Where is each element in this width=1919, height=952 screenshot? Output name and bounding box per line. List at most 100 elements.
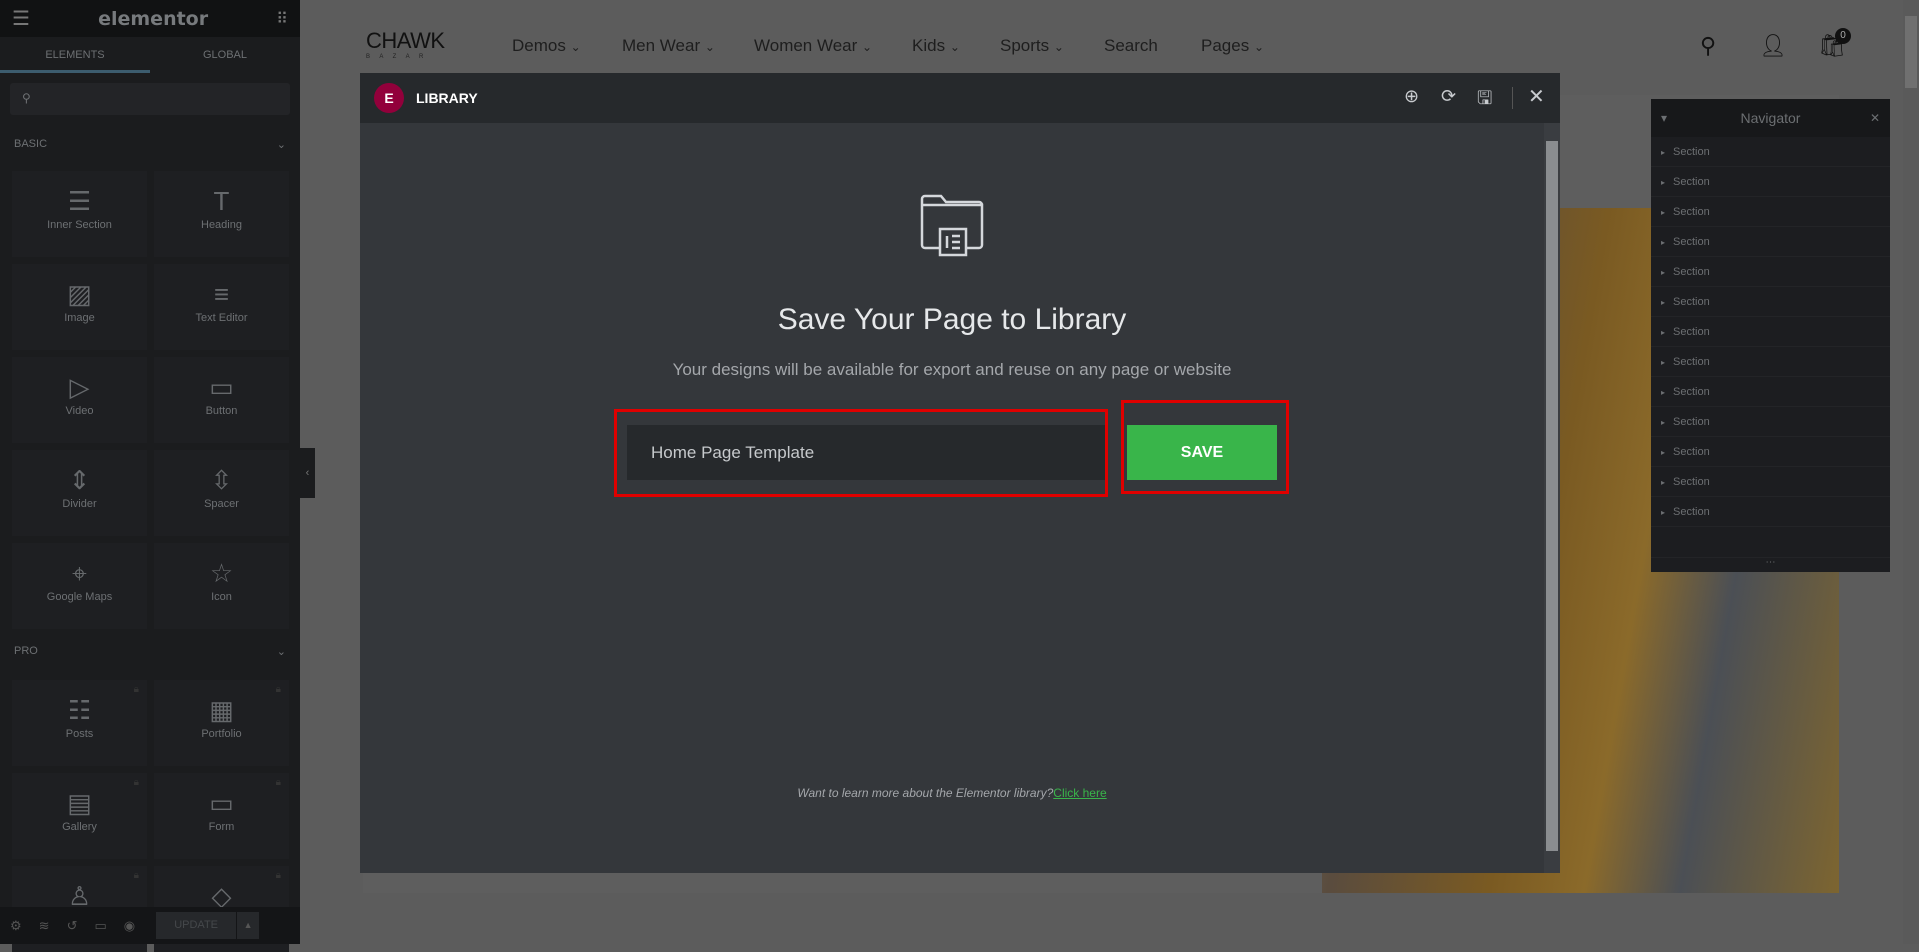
tab-global[interactable]: GLOBAL xyxy=(150,37,300,73)
navigator-panel: ▾ Navigator ✕ ▸ Section ▸ Section ▸ Section ▸ S… xyxy=(1651,99,1890,572)
widget-gallery[interactable]: ▤ Gallery 🔒︎ xyxy=(12,773,147,859)
menu-icon[interactable]: ☰ xyxy=(12,6,30,31)
image-icon: ▨ xyxy=(67,279,92,309)
modal-subheading: Your designs will be available for expor… xyxy=(672,360,1232,379)
widget-label: Google Maps xyxy=(46,591,113,603)
navigator-layers-icon[interactable]: ≋ xyxy=(39,918,50,934)
widget-search-input[interactable]: ⚲ xyxy=(10,83,290,115)
nav-item-search[interactable]: Search xyxy=(1104,36,1158,56)
caret-right-icon: ▸ xyxy=(1661,268,1666,277)
navigator-item-section[interactable]: ▸ Section xyxy=(1651,377,1890,407)
navigator-item-section[interactable]: ▸ Section xyxy=(1651,287,1890,317)
widget-divider[interactable]: ⇕ Divider xyxy=(12,450,147,536)
form-icon: ▭ xyxy=(209,788,234,818)
gallery-icon: ▤ xyxy=(67,788,92,818)
caret-right-icon: ▸ xyxy=(1661,448,1666,457)
responsive-icon[interactable]: ▭ xyxy=(94,918,106,934)
widget-heading[interactable]: T Heading xyxy=(154,171,289,257)
spacer-icon: ⇳ xyxy=(210,465,233,495)
preview-eye-icon[interactable]: ◉ xyxy=(124,918,135,934)
nav-label: Demos xyxy=(512,36,566,55)
widget-label: Heading xyxy=(201,219,242,231)
update-button[interactable]: UPDATE xyxy=(156,912,237,939)
widget-spacer[interactable]: ⇳ Spacer xyxy=(154,450,289,536)
search-icon: ⚲ xyxy=(22,91,31,105)
close-icon[interactable]: ✕ xyxy=(1870,99,1880,137)
tab-elements[interactable]: ELEMENTS xyxy=(0,37,150,73)
lock-icon: 🔒︎ xyxy=(275,777,281,788)
panel-collapse-toggle[interactable]: ‹ xyxy=(300,448,315,498)
sync-icon[interactable]: ⟳ xyxy=(1441,86,1456,107)
widget-posts[interactable]: ☷ Posts 🔒︎ xyxy=(12,680,147,766)
navigator-item-label: Section xyxy=(1673,476,1710,488)
nav-label: Men Wear xyxy=(622,36,701,55)
widget-portfolio[interactable]: ▦ Portfolio 🔒︎ xyxy=(154,680,289,766)
heading-icon: T xyxy=(213,186,230,216)
modal-heading: Save Your Page to Library xyxy=(777,303,1127,336)
widget-icon[interactable]: ☆ Icon xyxy=(154,543,289,629)
navigator-item-section[interactable]: ▸ Section xyxy=(1651,437,1890,467)
widget-text-editor[interactable]: ≡ Text Editor xyxy=(154,264,289,350)
category-pro[interactable]: PRO ⌄ xyxy=(14,645,286,658)
site-logo[interactable]: CHAWK B A Z A R xyxy=(366,28,445,60)
navigator-item-section[interactable]: ▸ Section xyxy=(1651,317,1890,347)
category-basic[interactable]: BASIC ⌄ xyxy=(14,138,286,151)
input-highlight-box xyxy=(614,409,1108,497)
navigator-item-label: Section xyxy=(1673,446,1710,458)
nav-label: Women Wear xyxy=(754,36,858,55)
user-icon[interactable]: 👤︎ xyxy=(1759,33,1787,59)
navigator-item-label: Section xyxy=(1673,386,1710,398)
elementor-logo: elementor xyxy=(98,7,209,30)
widget-google-maps[interactable]: ⌖ Google Maps xyxy=(12,543,147,629)
widget-image[interactable]: ▨ Image xyxy=(12,264,147,350)
navigator-item-section[interactable]: ▸ Section xyxy=(1651,347,1890,377)
widget-inner-section[interactable]: ☰ Inner Section xyxy=(12,171,147,257)
nav-item-demos[interactable]: Demos ⌄ xyxy=(512,36,581,56)
navigator-item-section[interactable]: ▸ Section xyxy=(1651,137,1890,167)
posts-icon: ☷ xyxy=(67,695,92,725)
caret-right-icon: ▸ xyxy=(1661,298,1666,307)
history-icon[interactable]: ↺ xyxy=(67,918,78,934)
navigator-item-section[interactable]: ▸ Section xyxy=(1651,197,1890,227)
page-scrollbar[interactable] xyxy=(1903,0,1919,944)
apps-grid-icon[interactable]: ⠿ xyxy=(276,9,288,29)
widget-form[interactable]: ▭ Form 🔒︎ xyxy=(154,773,289,859)
nav-item-women-wear[interactable]: Women Wear ⌄ xyxy=(754,36,872,56)
navigator-item-section[interactable]: ▸ Section xyxy=(1651,467,1890,497)
navigator-item-section[interactable]: ▸ Section xyxy=(1651,407,1890,437)
update-options-button[interactable]: ▲ xyxy=(237,912,260,939)
library-modal: E LIBRARY ⊕ ⟳ 🖫 ✕ Save Your Page to Libr… xyxy=(360,73,1560,873)
navigator-item-section[interactable]: ▸ Section xyxy=(1651,167,1890,197)
navigator-item-section[interactable]: ▸ Section xyxy=(1651,227,1890,257)
navigator-item-section[interactable]: ▸ Section xyxy=(1651,257,1890,287)
site-logo-text: CHAWK xyxy=(366,28,445,53)
lock-icon: 🔒︎ xyxy=(133,870,139,881)
navigator-item-section[interactable]: ▸ Section xyxy=(1651,497,1890,527)
upload-icon[interactable]: ⊕ xyxy=(1404,86,1419,107)
widget-label: Posts xyxy=(65,728,94,740)
nav-item-men-wear[interactable]: Men Wear ⌄ xyxy=(622,36,715,56)
save-disk-icon[interactable]: 🖫 xyxy=(1477,86,1492,116)
navigator-header[interactable]: ▾ Navigator ✕ xyxy=(1651,99,1890,137)
navigator-title: Navigator xyxy=(1740,110,1801,126)
click-here-link[interactable]: Click here xyxy=(1053,786,1106,800)
navigator-item-label: Section xyxy=(1673,356,1710,368)
widget-button[interactable]: ▭ Button xyxy=(154,357,289,443)
lock-icon: 🔒︎ xyxy=(133,684,139,695)
caret-right-icon: ▸ xyxy=(1661,478,1666,487)
search-icon[interactable]: ⚲ xyxy=(1700,33,1716,59)
nav-item-pages[interactable]: Pages ⌄ xyxy=(1201,36,1264,56)
navigator-item-label: Section xyxy=(1673,266,1710,278)
navigator-collapse-icon[interactable]: ▾ xyxy=(1661,99,1667,137)
modal-scrollbar-thumb[interactable] xyxy=(1546,141,1558,851)
navigator-resize-handle[interactable]: ⋯ xyxy=(1651,557,1890,572)
settings-icon[interactable]: ⚙ xyxy=(10,918,22,934)
panel-header: ☰ elementor ⠿ xyxy=(0,0,300,37)
close-icon[interactable]: ✕ xyxy=(1528,84,1545,109)
modal-header: E LIBRARY ⊕ ⟳ 🖫 ✕ xyxy=(360,73,1560,123)
widget-video[interactable]: ▷ Video xyxy=(12,357,147,443)
nav-item-sports[interactable]: Sports ⌄ xyxy=(1000,36,1064,56)
caret-right-icon: ▸ xyxy=(1661,238,1666,247)
page-scrollbar-thumb[interactable] xyxy=(1905,16,1917,88)
nav-item-kids[interactable]: Kids ⌄ xyxy=(912,36,960,56)
